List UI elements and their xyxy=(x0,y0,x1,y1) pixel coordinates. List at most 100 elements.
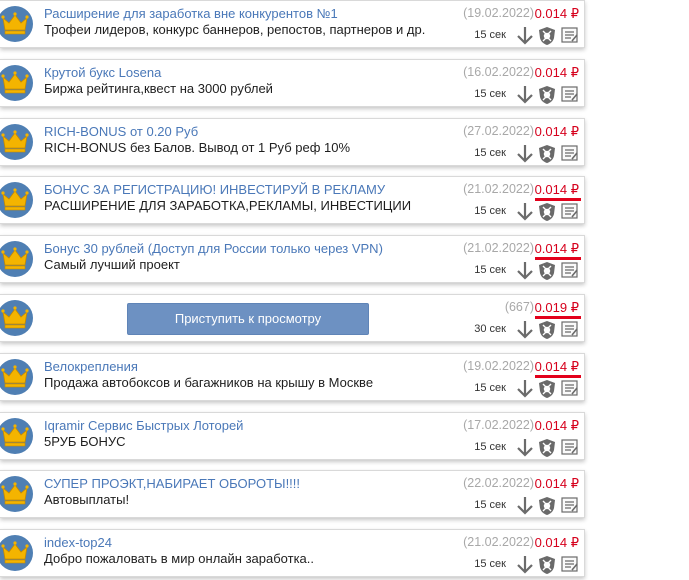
start-view-button[interactable]: Приступить к просмотру xyxy=(127,303,369,335)
shield-icon[interactable] xyxy=(538,555,556,580)
task-description: Добро пожаловать в мир онлайн заработка.… xyxy=(44,551,315,566)
crown-icon xyxy=(0,124,33,160)
crown-icon xyxy=(0,182,33,218)
task-price: 0.019 ₽ xyxy=(534,300,579,315)
report-icon[interactable] xyxy=(561,261,579,284)
crown-icon xyxy=(0,418,33,454)
arrow-down-icon[interactable] xyxy=(516,261,534,286)
arrow-down-icon[interactable] xyxy=(516,202,534,227)
price-underline xyxy=(535,375,581,378)
shield-icon[interactable] xyxy=(538,379,556,404)
task-date: (17.02.2022) xyxy=(463,418,534,432)
task-price: 0.014 ₽ xyxy=(534,65,579,80)
arrow-down-icon[interactable] xyxy=(516,379,534,404)
task-title-link[interactable]: Iqramir Сервис Быстрых Лоторей xyxy=(44,418,243,433)
shield-icon[interactable] xyxy=(538,144,556,169)
task-price: 0.014 ₽ xyxy=(534,535,579,550)
report-icon[interactable] xyxy=(561,438,579,461)
task-date: (19.02.2022) xyxy=(463,6,534,20)
task-card: Расширение для заработка вне конкурентов… xyxy=(0,0,585,48)
task-date: (19.02.2022) xyxy=(463,359,534,373)
task-title-link[interactable]: Бонус 30 рублей (Доступ для России тольк… xyxy=(44,241,383,256)
crown-icon xyxy=(0,476,33,512)
task-price: 0.014 ₽ xyxy=(534,359,579,374)
arrow-down-icon[interactable] xyxy=(516,26,534,51)
crown-icon xyxy=(0,6,33,42)
arrow-down-icon[interactable] xyxy=(516,320,534,345)
task-price: 0.014 ₽ xyxy=(534,182,579,197)
report-icon[interactable] xyxy=(561,555,579,578)
task-title-link[interactable]: Велокрепления xyxy=(44,359,138,374)
shield-icon[interactable] xyxy=(538,320,556,345)
task-card: RICH-BONUS от 0.20 Руб RICH-BONUS без Бал… xyxy=(0,118,585,166)
crown-icon xyxy=(0,359,33,395)
price-underline xyxy=(535,198,581,201)
task-duration: 15 сек xyxy=(474,205,506,217)
task-price: 0.014 ₽ xyxy=(534,241,579,256)
task-card: БОНУС ЗА РЕГИСТРАЦИЮ! ИНВЕСТИРУЙ В РЕКЛА… xyxy=(0,176,585,224)
task-duration: 15 сек xyxy=(474,29,506,41)
task-title-link[interactable]: Расширение для заработка вне конкурентов… xyxy=(44,6,338,21)
shield-icon[interactable] xyxy=(538,438,556,463)
price-underline xyxy=(535,257,581,260)
crown-icon xyxy=(0,65,33,101)
task-card: index-top24 Добро пожаловать в мир онлайн… xyxy=(0,529,585,577)
shield-icon[interactable] xyxy=(538,202,556,227)
task-card: Бонус 30 рублей (Доступ для России тольк… xyxy=(0,235,585,283)
task-price: 0.014 ₽ xyxy=(534,476,579,491)
report-icon[interactable] xyxy=(561,202,579,225)
shield-icon[interactable] xyxy=(538,261,556,286)
task-title-link[interactable]: index-top24 xyxy=(44,535,112,550)
task-description: 5РУБ БОНУС xyxy=(44,434,126,449)
report-icon[interactable] xyxy=(561,379,579,402)
report-icon[interactable] xyxy=(561,85,579,108)
crown-icon xyxy=(0,241,33,277)
task-date: (21.02.2022) xyxy=(463,182,534,196)
report-icon[interactable] xyxy=(561,26,579,49)
arrow-down-icon[interactable] xyxy=(516,144,534,169)
shield-icon[interactable] xyxy=(538,496,556,521)
shield-icon[interactable] xyxy=(538,26,556,51)
task-price: 0.014 ₽ xyxy=(534,6,579,21)
task-description: Продажа автобоксов и багажников на крышу… xyxy=(44,375,374,390)
task-card: Приступить к просмотру (667) 0.019 ₽ 30 сек xyxy=(0,294,585,342)
task-description: RICH-BONUS без Балов. Вывод от 1 Руб реф… xyxy=(44,140,351,155)
task-card: Велокрепления Продажа автобоксов и багажн… xyxy=(0,353,585,401)
crown-icon xyxy=(0,300,33,336)
task-card: Iqramir Сервис Быстрых Лоторей 5РУБ БОНУС… xyxy=(0,412,585,460)
report-icon[interactable] xyxy=(561,496,579,519)
task-title-link[interactable]: СУПЕР ПРОЭКТ,НАБИРАЕТ ОБОРОТЫ!!!! xyxy=(44,476,300,491)
report-icon[interactable] xyxy=(561,144,579,167)
task-description: Трофеи лидеров, конкурс баннеров, репост… xyxy=(44,22,426,37)
task-list: Расширение для заработка вне конкурентов… xyxy=(0,0,689,580)
report-icon[interactable] xyxy=(561,320,579,343)
task-duration: 15 сек xyxy=(474,499,506,511)
task-duration: 15 сек xyxy=(474,88,506,100)
crown-icon xyxy=(0,535,33,571)
task-card: Крутой букс Losena Биржа рейтинга,квест н… xyxy=(0,59,585,107)
task-duration: 15 сек xyxy=(474,441,506,453)
task-title-link[interactable]: БОНУС ЗА РЕГИСТРАЦИЮ! ИНВЕСТИРУЙ В РЕКЛА… xyxy=(44,182,385,197)
task-price: 0.014 ₽ xyxy=(534,124,579,139)
arrow-down-icon[interactable] xyxy=(516,496,534,521)
task-date: (22.02.2022) xyxy=(463,476,534,490)
task-description: Самый лучший проект xyxy=(44,257,180,272)
task-description: РАСШИРЕНИЕ ДЛЯ ЗАРАБОТКА,РЕКЛАМЫ, ИНВЕСТ… xyxy=(44,198,412,213)
task-date: (21.02.2022) xyxy=(463,241,534,255)
arrow-down-icon[interactable] xyxy=(516,555,534,580)
arrow-down-icon[interactable] xyxy=(516,85,534,110)
shield-icon[interactable] xyxy=(538,85,556,110)
task-price: 0.014 ₽ xyxy=(534,418,579,433)
task-date: (16.02.2022) xyxy=(463,65,534,79)
task-card: СУПЕР ПРОЭКТ,НАБИРАЕТ ОБОРОТЫ!!!! Автовып… xyxy=(0,470,585,518)
price-underline xyxy=(535,316,581,319)
arrow-down-icon[interactable] xyxy=(516,438,534,463)
task-date: (27.02.2022) xyxy=(463,124,534,138)
task-duration: 15 сек xyxy=(474,147,506,159)
task-duration: 15 сек xyxy=(474,382,506,394)
task-title-link[interactable]: RICH-BONUS от 0.20 Руб xyxy=(44,124,198,139)
task-duration: 15 сек xyxy=(474,264,506,276)
task-description: Биржа рейтинга,квест на 3000 рублей xyxy=(44,81,273,96)
task-title-link[interactable]: Крутой букс Losena xyxy=(44,65,161,80)
task-date: (21.02.2022) xyxy=(463,535,534,549)
